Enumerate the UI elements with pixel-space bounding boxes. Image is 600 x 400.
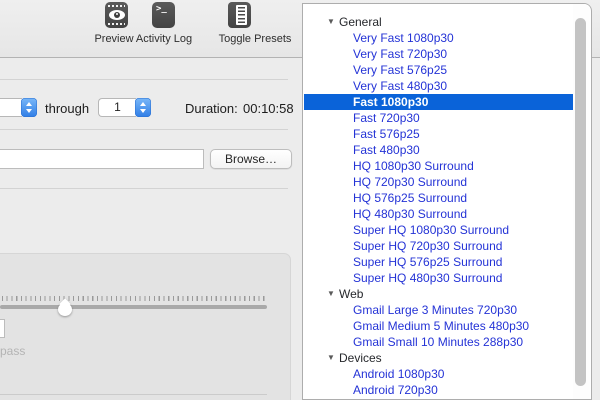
- preset-group-header[interactable]: ▼ General: [304, 14, 577, 30]
- preset-label: Android 720p30: [353, 383, 438, 397]
- preset-group-header[interactable]: ▼ Web: [304, 286, 577, 302]
- preset-label: Very Fast 480p30: [353, 79, 448, 93]
- preset-label: Super HQ 576p25 Surround: [353, 255, 503, 269]
- preset-item[interactable]: Fast 480p30: [304, 142, 577, 158]
- preset-label: Web: [339, 287, 364, 301]
- destination-file-input[interactable]: [0, 149, 204, 169]
- preset-label: Gmail Large 3 Minutes 720p30: [353, 303, 518, 317]
- through-label: through: [45, 101, 90, 116]
- preset-item[interactable]: HQ 480p30 Surround: [304, 206, 577, 222]
- preset-item[interactable]: Very Fast 720p30: [304, 46, 577, 62]
- preset-label: Super HQ 1080p30 Surround: [353, 223, 510, 237]
- preset-item[interactable]: Very Fast 1080p30: [304, 30, 577, 46]
- terminal-icon[interactable]: >_: [152, 2, 175, 28]
- preset-item[interactable]: Fast 720p30: [304, 110, 577, 126]
- two-pass-label: pass: [0, 344, 26, 358]
- preset-label: Fast 480p30: [353, 143, 420, 157]
- scrollbar-thumb[interactable]: [575, 18, 586, 386]
- preset-label: Very Fast 576p25: [353, 63, 448, 77]
- duration-value: 00:10:58: [243, 101, 294, 116]
- preset-item[interactable]: Fast 576p25: [304, 126, 577, 142]
- eye-icon: [108, 10, 125, 20]
- preset-label: Super HQ 720p30 Surround: [353, 239, 503, 253]
- chapter-start-field[interactable]: [0, 98, 22, 117]
- disclosure-triangle-icon[interactable]: ▼: [327, 286, 335, 302]
- disclosure-triangle-icon[interactable]: ▼: [327, 14, 335, 30]
- preset-label: Android 1080p30: [353, 367, 445, 381]
- quality-slider-ticks: [2, 296, 266, 301]
- preset-label: Fast 720p30: [353, 111, 420, 125]
- quality-slider-thumb[interactable]: [58, 298, 72, 316]
- film-sprocket-dots: [108, 5, 125, 7]
- preset-item[interactable]: HQ 720p30 Surround: [304, 174, 577, 190]
- preset-label: Gmail Small 10 Minutes 288p30: [353, 335, 524, 349]
- preset-group-header[interactable]: ▼ Devices: [304, 350, 577, 366]
- preset-label: Very Fast 1080p30: [353, 31, 454, 45]
- preset-label: HQ 480p30 Surround: [353, 207, 468, 221]
- video-settings-groupbox: [0, 253, 291, 400]
- preset-label: General: [339, 15, 382, 29]
- scrollbar-track[interactable]: [573, 4, 590, 399]
- stepper-arrows-icon[interactable]: [135, 98, 151, 117]
- preset-item[interactable]: Super HQ 720p30 Surround: [304, 238, 577, 254]
- preset-label: Fast 576p25: [353, 127, 420, 141]
- separator: [0, 129, 288, 130]
- preset-item[interactable]: Gmail Small 10 Minutes 288p30: [304, 334, 577, 350]
- preview-eye-film-icon[interactable]: [105, 2, 128, 28]
- duration-label: Duration:: [185, 101, 238, 116]
- preset-item[interactable]: Fast 1080p30: [304, 94, 577, 110]
- preset-label: HQ 576p25 Surround: [353, 191, 468, 205]
- preset-label: Gmail Medium 5 Minutes 480p30: [353, 319, 530, 333]
- preset-item[interactable]: HQ 1080p30 Surround: [304, 158, 577, 174]
- preset-item[interactable]: Very Fast 576p25: [304, 62, 577, 78]
- separator: [0, 188, 288, 189]
- handbrake-window: Preview >_ Activity Log Toggle Presets t…: [0, 0, 600, 400]
- browse-button[interactable]: Browse…: [210, 149, 292, 169]
- preset-item[interactable]: Gmail Large 3 Minutes 720p30: [304, 302, 577, 318]
- preset-item[interactable]: Gmail Medium 5 Minutes 480p30: [304, 318, 577, 334]
- quality-slider[interactable]: [0, 305, 267, 309]
- preset-label: Devices: [339, 351, 382, 365]
- presets-drawer: ▼ General Very Fast 1080p30 Very Fast 720p3…: [302, 3, 592, 400]
- activity-log-button-label[interactable]: Activity Log: [132, 33, 196, 45]
- stepper-arrows-icon[interactable]: [21, 98, 37, 117]
- disclosure-triangle-icon[interactable]: ▼: [327, 350, 335, 366]
- separator: [0, 79, 288, 80]
- preset-item[interactable]: HQ 576p25 Surround: [304, 190, 577, 206]
- preset-label: HQ 720p30 Surround: [353, 175, 468, 189]
- chapter-start-stepper[interactable]: [0, 98, 37, 117]
- preset-item[interactable]: Android 1080p30: [304, 366, 577, 382]
- chapter-end-stepper[interactable]: 1: [98, 98, 151, 117]
- preset-label: Fast 1080p30: [353, 95, 429, 109]
- preset-item[interactable]: Android 720p30: [304, 382, 577, 398]
- chapter-end-field[interactable]: 1: [98, 98, 136, 117]
- preset-label: Super HQ 480p30 Surround: [353, 271, 503, 285]
- bitrate-field[interactable]: [0, 319, 5, 338]
- preset-item[interactable]: Super HQ 480p30 Surround: [304, 270, 577, 286]
- preset-item[interactable]: Super HQ 1080p30 Surround: [304, 222, 577, 238]
- presets-drawer-icon[interactable]: [228, 2, 251, 28]
- preset-item[interactable]: Super HQ 576p25 Surround: [304, 254, 577, 270]
- separator: [0, 394, 267, 395]
- preset-item[interactable]: Very Fast 480p30: [304, 78, 577, 94]
- film-sprocket-dots: [108, 23, 125, 25]
- toggle-presets-button-label[interactable]: Toggle Presets: [212, 33, 298, 45]
- preset-label: Very Fast 720p30: [353, 47, 448, 61]
- preset-label: HQ 1080p30 Surround: [353, 159, 474, 173]
